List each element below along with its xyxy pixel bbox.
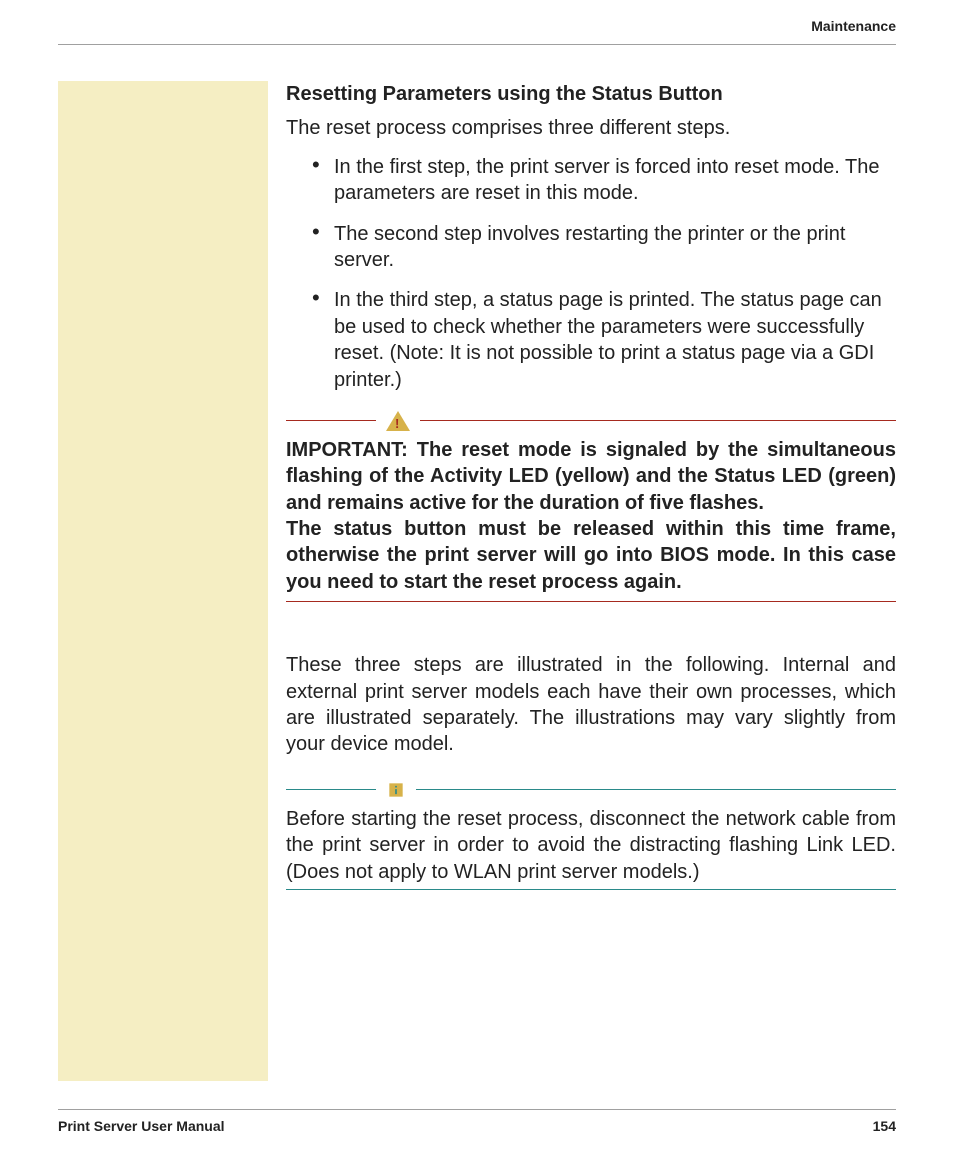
footer-manual-title: Print Server User Manual [58, 1118, 225, 1134]
warning-divider-bottom [286, 601, 896, 602]
left-margin-bar [58, 81, 268, 1081]
important-text-1: IMPORTANT: The reset mode is signaled by… [286, 439, 896, 514]
footer-page-number: 154 [873, 1118, 896, 1134]
info-paragraph: Before starting the reset process, disco… [286, 806, 896, 885]
warning-divider-top [286, 411, 896, 431]
divider-line [286, 420, 376, 421]
section-title: Resetting Parameters using the Status Bu… [286, 81, 896, 107]
body-paragraph: These three steps are illustrated in the… [286, 652, 896, 758]
divider-line [286, 789, 376, 790]
divider-line [416, 789, 896, 790]
steps-list: In the first step, the print server is f… [286, 154, 896, 393]
step-item: In the third step, a status page is prin… [312, 287, 896, 393]
main-content: Resetting Parameters using the Status Bu… [286, 81, 896, 1081]
info-divider-top [286, 780, 896, 800]
warning-icon [386, 411, 410, 431]
step-item: The second step involves restarting the … [312, 221, 896, 274]
header-rule [58, 44, 896, 45]
header-section-label: Maintenance [58, 18, 896, 44]
important-text-2: The status button must be released withi… [286, 518, 896, 593]
divider-line [420, 420, 896, 421]
step-item: In the first step, the print server is f… [312, 154, 896, 207]
page-footer: Print Server User Manual 154 [58, 1109, 896, 1134]
info-icon [386, 780, 406, 800]
info-divider-bottom [286, 889, 896, 890]
intro-paragraph: The reset process comprises three differ… [286, 115, 896, 141]
important-note: IMPORTANT: The reset mode is signaled by… [286, 437, 896, 595]
